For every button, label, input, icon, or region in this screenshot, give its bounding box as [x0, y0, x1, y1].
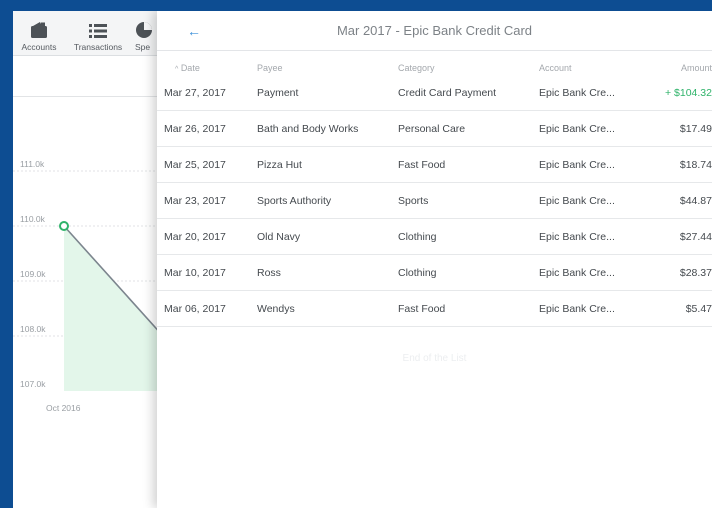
- cell-category: Clothing: [398, 267, 437, 279]
- cell-amount: $28.37: [679, 267, 712, 279]
- cell-account: Epic Bank Cre...: [539, 123, 615, 135]
- cell-payee: Old Navy: [257, 231, 301, 243]
- cell-date: Mar 25, 2017: [164, 159, 226, 171]
- y-tick-label: 107.0k: [20, 379, 46, 389]
- sort-ascending-icon: ^: [175, 66, 179, 73]
- cell-amount: $5.47: [685, 303, 712, 315]
- cell-payee: Sports Authority: [257, 195, 332, 207]
- cell-date: Mar 27, 2017: [164, 87, 226, 99]
- cell-date: Mar 23, 2017: [164, 195, 226, 207]
- cell-amount: $27.44: [679, 231, 712, 243]
- cell-category: Clothing: [398, 231, 437, 243]
- column-date[interactable]: ^ Date: [175, 63, 200, 73]
- cell-amount: + $104.32: [664, 87, 712, 99]
- column-payee[interactable]: Payee: [257, 63, 283, 73]
- cell-date: Mar 26, 2017: [164, 123, 226, 135]
- cell-account: Epic Bank Cre...: [539, 195, 615, 207]
- cell-account: Epic Bank Cre...: [539, 267, 615, 279]
- cell-payee: Pizza Hut: [257, 159, 302, 171]
- cell-amount: $17.49: [679, 123, 712, 135]
- cell-payee: Payment: [257, 87, 299, 99]
- panel-header: ← Mar 2017 - Epic Bank Credit Card: [157, 11, 712, 51]
- chart-area-fill: [64, 226, 163, 391]
- cell-payee: Ross: [257, 267, 281, 279]
- y-tick-label: 109.0k: [20, 269, 46, 279]
- cell-account: Epic Bank Cre...: [539, 159, 615, 171]
- app-window: Accounts Transactions Spe 111.0k 110.0k …: [13, 11, 712, 508]
- cell-payee: Bath and Body Works: [257, 123, 359, 135]
- net-worth-chart: 111.0k 110.0k 109.0k 108.0k 107.0k Oct 2016: [13, 159, 173, 413]
- y-tick-label: 108.0k: [20, 324, 46, 334]
- column-amount[interactable]: Amount: [681, 63, 712, 73]
- cell-category: Fast Food: [398, 159, 446, 171]
- x-tick-label: Oct 2016: [46, 403, 81, 413]
- table-row[interactable]: Mar 25, 2017 Pizza Hut Fast Food Epic Ba…: [157, 147, 712, 183]
- table-row[interactable]: Mar 10, 2017 Ross Clothing Epic Bank Cre…: [157, 255, 712, 291]
- cell-account: Epic Bank Cre...: [539, 303, 615, 315]
- table-row[interactable]: Mar 23, 2017 Sports Authority Sports Epi…: [157, 183, 712, 219]
- column-account[interactable]: Account: [539, 63, 572, 73]
- background-app: Accounts Transactions Spe 111.0k 110.0k …: [13, 11, 173, 508]
- column-date-label: Date: [180, 63, 200, 73]
- cell-category: Sports: [398, 195, 429, 207]
- cell-amount: $44.87: [679, 195, 712, 207]
- table-row[interactable]: Mar 06, 2017 Wendys Fast Food Epic Bank …: [157, 291, 712, 327]
- y-tick-label: 111.0k: [20, 159, 45, 169]
- table-row[interactable]: Mar 20, 2017 Old Navy Clothing Epic Bank…: [157, 219, 712, 255]
- cell-account: Epic Bank Cre...: [539, 231, 615, 243]
- end-of-list-text: End of the List: [402, 353, 467, 364]
- column-category[interactable]: Category: [398, 63, 435, 73]
- cell-amount: $18.74: [679, 159, 712, 171]
- table-row[interactable]: Mar 26, 2017 Bath and Body Works Persona…: [157, 111, 712, 147]
- chart-data-point[interactable]: [59, 221, 69, 231]
- cell-category: Credit Card Payment: [398, 87, 497, 99]
- y-tick-label: 110.0k: [20, 214, 46, 224]
- cell-payee: Wendys: [257, 303, 295, 315]
- transactions-panel: ← Mar 2017 - Epic Bank Credit Card ^ Dat…: [157, 11, 712, 508]
- cell-category: Personal Care: [398, 123, 466, 135]
- cell-account: Epic Bank Cre...: [539, 87, 615, 99]
- transaction-list: Mar 27, 2017 Payment Credit Card Payment…: [157, 75, 712, 327]
- table-row[interactable]: Mar 27, 2017 Payment Credit Card Payment…: [157, 75, 712, 111]
- panel-title: Mar 2017 - Epic Bank Credit Card: [336, 23, 533, 38]
- cell-date: Mar 20, 2017: [164, 231, 226, 243]
- cell-category: Fast Food: [398, 303, 446, 315]
- cell-date: Mar 06, 2017: [164, 303, 226, 315]
- cell-date: Mar 10, 2017: [164, 267, 226, 279]
